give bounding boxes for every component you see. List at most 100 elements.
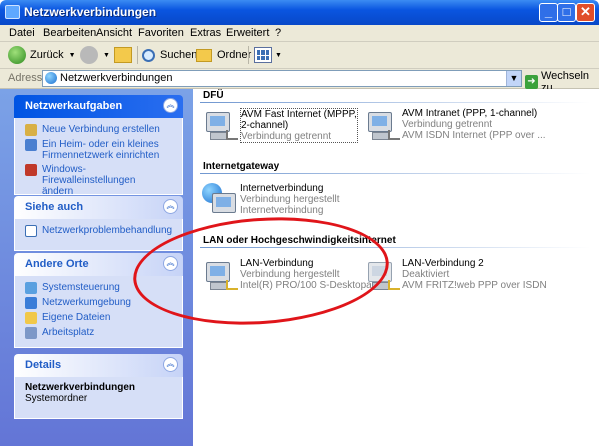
toolbar: Zurück ▼ ▼ Suchen Ordner ▼ <box>0 42 599 69</box>
search-label: Suchen <box>160 49 198 61</box>
menu-erweitert[interactable]: Erweitert <box>226 27 269 39</box>
folders-icon <box>196 48 212 62</box>
other-places-header[interactable]: Andere Orte ︽ <box>14 253 183 276</box>
connection-internet-gateway[interactable]: Internetverbindung Verbindung hergestell… <box>202 183 340 217</box>
back-dropdown-icon[interactable]: ▼ <box>69 52 76 59</box>
forward-button[interactable]: ▼ <box>80 46 110 64</box>
content-pane: DFÜ AVM Fast Internet (MPPP, 2-channel) … <box>194 89 599 446</box>
forward-dropdown-icon[interactable]: ▼ <box>103 52 110 59</box>
folders-button[interactable]: Ordner <box>196 46 251 64</box>
place-my-documents[interactable]: Eigene Dateien <box>15 311 182 326</box>
menu-bar: Datei Bearbeiten Ansicht Favoriten Extra… <box>0 25 599 63</box>
menu-datei[interactable]: Datei <box>9 27 35 39</box>
menu-help[interactable]: ? <box>275 27 281 39</box>
connection-device: AVM FRITZ!web PPP over ISDN <box>402 280 547 291</box>
task-label: Systemsteuerung <box>42 282 120 293</box>
task-label: Eigene Dateien <box>42 312 111 323</box>
connection-avm-fast-internet[interactable]: AVM Fast Internet (MPPP, 2-channel) Verb… <box>202 108 358 143</box>
dialup-connection-icon <box>364 108 400 142</box>
collapse-icon[interactable]: ︽ <box>163 256 178 271</box>
group-divider <box>200 102 590 103</box>
other-places-body: Systemsteuerung Netzwerkumgebung Eigene … <box>14 276 183 348</box>
up-folder-button[interactable] <box>114 46 132 64</box>
connection-device: Internetverbindung <box>240 205 324 216</box>
menu-ansicht[interactable]: Ansicht <box>96 27 132 39</box>
menu-bearbeiten[interactable]: Bearbeiten <box>43 27 96 39</box>
task-label: Windows-Firewalleinstellungen ändern <box>42 164 136 197</box>
other-places-panel: Andere Orte ︽ Systemsteuerung Netzwerkum… <box>14 253 183 348</box>
views-dropdown-icon[interactable]: ▼ <box>275 52 282 59</box>
menu-favoriten[interactable]: Favoriten <box>138 27 184 39</box>
collapse-icon[interactable]: ︽ <box>163 199 178 214</box>
connection-text: LAN-Verbindung Verbindung hergestellt In… <box>240 258 380 292</box>
lan-connection-disabled-icon <box>364 258 400 292</box>
my-computer-icon <box>25 327 37 339</box>
connection-text: AVM Intranet (PPP, 1-channel) Verbindung… <box>402 108 546 142</box>
see-also-body: Netzwerkproblembehandlung <box>14 219 183 251</box>
task-firewall[interactable]: Windows-Firewalleinstellungen ändern <box>15 163 182 199</box>
connection-avm-intranet[interactable]: AVM Intranet (PPP, 1-channel) Verbindung… <box>364 108 546 142</box>
home-network-icon <box>25 139 37 151</box>
task-label: Arbeitsplatz <box>42 327 95 338</box>
group-header-dfu: DFÜ <box>203 90 224 101</box>
views-button[interactable]: ▼ <box>254 46 282 64</box>
folders-label: Ordner <box>217 49 252 61</box>
address-dropdown-icon[interactable]: ▼ <box>506 71 521 86</box>
connection-status: Verbindung getrennt <box>241 131 332 142</box>
task-label: Netzwerkproblembehandlung <box>42 225 173 236</box>
connection-text: Internetverbindung Verbindung hergestell… <box>240 183 340 217</box>
task-pane: Netzwerkaufgaben ︽ Neue Verbindung erste… <box>0 89 193 446</box>
maximize-button[interactable]: □ <box>557 3 576 22</box>
internet-gateway-icon <box>202 183 236 217</box>
see-also-title: Siehe auch <box>25 201 84 213</box>
toolbar-separator <box>248 46 249 64</box>
group-header-lan: LAN oder Hochgeschwindigkeitsinternet <box>203 235 396 246</box>
connection-text: AVM Fast Internet (MPPP, 2-channel) Verb… <box>240 108 358 143</box>
address-value: Netzwerkverbindungen <box>60 72 173 84</box>
group-divider <box>200 173 590 174</box>
task-troubleshoot[interactable]: Netzwerkproblembehandlung <box>15 224 182 239</box>
place-control-panel[interactable]: Systemsteuerung <box>15 281 182 296</box>
close-button[interactable]: ✕ <box>576 3 595 22</box>
network-neighborhood-icon <box>25 297 37 309</box>
connection-name: LAN-Verbindung 2 <box>402 258 484 269</box>
collapse-icon[interactable]: ︽ <box>163 98 178 113</box>
network-tasks-body: Neue Verbindung erstellen Ein Heim- oder… <box>14 118 183 197</box>
connection-name: LAN-Verbindung <box>240 258 314 269</box>
task-label: Ein Heim- oder ein kleines Firmennetzwer… <box>42 139 160 161</box>
place-my-computer[interactable]: Arbeitsplatz <box>15 326 182 341</box>
search-button[interactable]: Suchen <box>142 46 197 64</box>
connection-name: Internetverbindung <box>240 183 324 194</box>
firewall-icon <box>25 164 37 176</box>
collapse-icon[interactable]: ︽ <box>163 357 178 372</box>
place-network-neighborhood[interactable]: Netzwerkumgebung <box>15 296 182 311</box>
title-bar: Netzwerkverbindungen _ □ ✕ <box>0 0 599 25</box>
lan-connection-icon <box>202 258 238 292</box>
group-divider <box>200 247 590 248</box>
info-icon <box>25 225 37 237</box>
back-button[interactable]: Zurück ▼ <box>8 46 76 64</box>
task-label: Netzwerkumgebung <box>42 297 131 308</box>
minimize-button[interactable]: _ <box>539 3 558 22</box>
task-new-connection[interactable]: Neue Verbindung erstellen <box>15 123 182 138</box>
connection-lan[interactable]: LAN-Verbindung Verbindung hergestellt In… <box>202 258 380 292</box>
other-places-title: Andere Orte <box>25 258 89 270</box>
task-home-network[interactable]: Ein Heim- oder ein kleines Firmennetzwer… <box>15 138 182 163</box>
new-connection-icon <box>25 124 37 136</box>
details-type: Systemordner <box>25 393 88 404</box>
group-header-gateway: Internetgateway <box>203 161 280 172</box>
connection-lan-2[interactable]: LAN-Verbindung 2 Deaktiviert AVM FRITZ!w… <box>364 258 547 292</box>
connection-status: Verbindung getrennt <box>402 119 493 130</box>
menu-extras[interactable]: Extras <box>190 27 221 39</box>
views-icon <box>254 47 272 63</box>
connection-status: Verbindung hergestellt <box>240 194 340 205</box>
connection-text: LAN-Verbindung 2 Deaktiviert AVM FRITZ!w… <box>402 258 547 292</box>
details-header[interactable]: Details ︽ <box>14 354 183 377</box>
task-label: Neue Verbindung erstellen <box>42 124 160 135</box>
details-body: Netzwerkverbindungen Systemordner <box>14 377 183 419</box>
toolbar-separator <box>137 46 138 64</box>
details-name: Netzwerkverbindungen <box>25 382 136 393</box>
see-also-header[interactable]: Siehe auch ︽ <box>14 196 183 219</box>
network-tasks-header[interactable]: Netzwerkaufgaben ︽ <box>14 95 183 118</box>
address-input[interactable]: Netzwerkverbindungen ▼ <box>42 70 522 87</box>
